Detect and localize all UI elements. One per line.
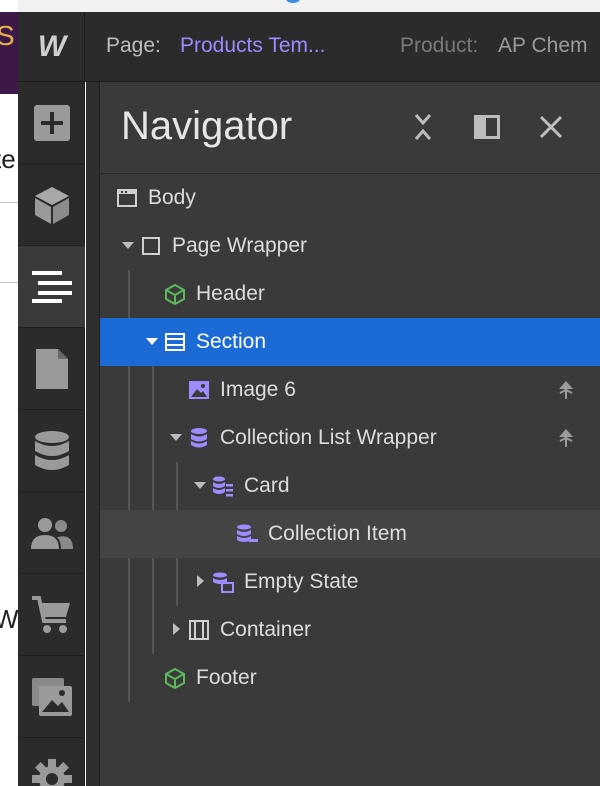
page-selector[interactable]: Products Tem... [180,34,326,58]
tree-item-collection-list-wrapper[interactable]: Collection List Wrapper [100,414,600,462]
collection-icon [191,428,207,448]
caret-down-icon[interactable] [121,238,135,252]
tree-item-empty-state[interactable]: Empty State [100,558,600,606]
pin-icon[interactable] [556,428,576,448]
add-icon [33,104,70,141]
tree-item-label: Collection List Wrapper [220,426,437,449]
tree-item-label: Page Wrapper [172,234,308,257]
navigator-title: Navigator [121,104,293,148]
tree-item-image-6[interactable]: Image 6 [100,366,600,414]
navigator-header: Navigator [100,82,600,174]
product-label: Product: [400,34,479,57]
background-text-fragment: te [0,144,16,174]
designer-topbar: W Page: Products Tem... Product: AP Chem [18,12,600,82]
pin-icon[interactable] [556,380,576,400]
assets-icon [31,677,72,716]
browser-indicator [286,0,300,3]
tree-item-section[interactable]: Section [100,318,600,366]
section-icon [165,333,185,351]
collapse-icon [414,114,432,140]
tree-item-label: Image 6 [220,378,296,401]
cart-icon [31,595,70,633]
product-selector[interactable]: AP Chem [498,34,588,58]
ecommerce-button[interactable] [18,574,85,656]
collection-list-icon [213,476,233,497]
background-logo-fragment: S [0,20,15,51]
tree-item-label: Container [220,618,312,641]
users-icon [30,517,73,549]
users-button[interactable] [18,492,85,574]
close-panel-button[interactable] [536,112,566,142]
tree-item-page-wrapper[interactable]: Page Wrapper [100,222,600,270]
background-divider [0,282,18,283]
tree-item-label: Footer [196,666,257,689]
assets-button[interactable] [18,656,85,738]
caret-down-icon[interactable] [145,334,159,348]
tree-item-label: Empty State [244,570,359,593]
tree-item-header[interactable]: Header [100,270,600,318]
tree-item-card[interactable]: Card [100,462,600,510]
caret-down-icon[interactable] [169,430,183,444]
tree-item-collection-item[interactable]: Collection Item [100,510,600,558]
caret-down-icon[interactable] [193,478,207,492]
tree-item-label: Collection Item [268,522,407,545]
image-icon [189,381,209,399]
background-text-fragment: W [0,604,18,634]
background-divider [0,202,18,203]
dock-icon [474,115,500,139]
div-block-icon [142,237,160,255]
cube-icon [34,186,69,224]
settings-button[interactable] [18,738,85,786]
collapse-all-button[interactable] [408,112,438,142]
navigator: Navigator Body Page Wrapper Header Secti… [100,82,600,786]
panel-edge [86,82,100,786]
navigator-panel: Navigator Body Page Wrapper Header Secti… [86,82,600,786]
pages-button[interactable] [18,328,85,410]
container-icon [189,620,209,640]
tree-item-label: Card [244,474,290,497]
empty-state-icon [213,572,234,593]
tree-item-footer[interactable]: Footer [100,654,600,702]
gear-icon [31,758,72,786]
page-icon [35,348,68,389]
tree-item-label: Body [148,186,196,209]
caret-right-icon[interactable] [169,622,183,636]
tree-item-container[interactable]: Container [100,606,600,654]
components-button[interactable] [18,164,85,246]
body-icon [117,189,137,207]
background-page: S te W [0,0,18,786]
close-icon [539,115,563,139]
tree-item-label: Section [196,330,267,353]
tree-item-label: Header [196,282,265,305]
dock-panel-button[interactable] [472,112,502,142]
cms-button[interactable] [18,410,85,492]
add-panel-button[interactable] [18,82,85,164]
navigator-icon [31,270,72,303]
collection-item-icon [237,524,258,542]
page-label: Page: [106,34,161,57]
logo-text: W [37,30,66,63]
navigator-button[interactable] [18,246,85,328]
symbol-icon [165,283,185,305]
left-toolbar [18,82,85,786]
symbol-icon [165,667,185,689]
tree-item-body[interactable]: Body [100,174,600,222]
database-icon [34,430,69,470]
webflow-logo[interactable]: W [18,12,85,82]
caret-right-icon[interactable] [193,574,207,588]
browser-top-strip [18,0,600,12]
